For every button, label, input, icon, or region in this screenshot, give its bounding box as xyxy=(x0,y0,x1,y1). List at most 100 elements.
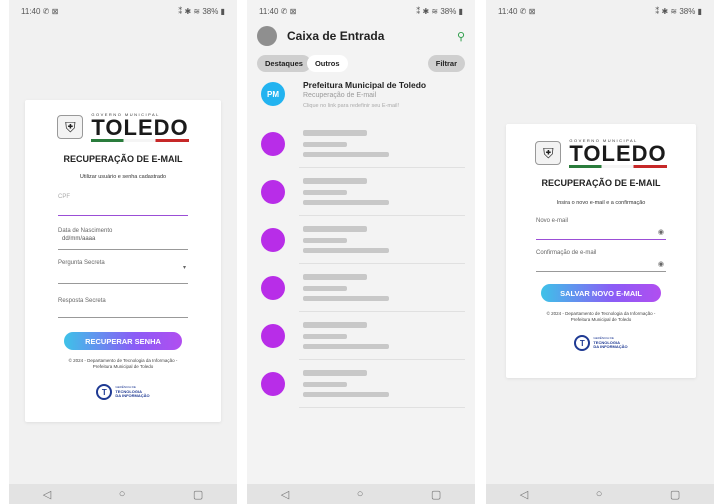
placeholder-bar xyxy=(303,200,389,205)
mail-item-prefeitura[interactable]: PM Prefeitura Municipal de Toledo Recupe… xyxy=(247,76,475,120)
placeholder-bar xyxy=(303,370,367,376)
new-email-card: ⛨ GOVERNO MUNICIPAL TOLEDO RECUPERAÇÃO D… xyxy=(506,124,696,378)
list-item[interactable] xyxy=(247,264,475,312)
inbox-header: Caixa de Entrada ⚲ xyxy=(247,22,475,50)
home-icon[interactable]: ○ xyxy=(119,488,126,500)
crest-icon: ⛨ xyxy=(57,115,84,139)
cpf-placeholder: CPF xyxy=(58,194,70,200)
home-icon[interactable]: ○ xyxy=(357,488,364,500)
back-icon[interactable]: ◁ xyxy=(281,488,289,501)
secret-answer-label: Resposta Secreta xyxy=(58,298,106,304)
sender-avatar: PM xyxy=(261,82,285,106)
logo-main-text: TOLEDO xyxy=(569,141,667,166)
list-item[interactable] xyxy=(247,216,475,264)
recent-apps-icon[interactable]: ▢ xyxy=(670,488,680,501)
status-time: 11:40 xyxy=(21,6,41,16)
status-indicators: ✆ ⊠ xyxy=(280,6,297,16)
status-time: 11:40 xyxy=(259,6,279,16)
list-item[interactable] xyxy=(247,360,475,408)
placeholder-bar xyxy=(303,334,347,339)
sender-avatar xyxy=(261,372,285,396)
dept-logo: T GERÊNCIA DE TECNOLOGIA DA INFORMAÇÃO xyxy=(25,384,221,400)
placeholder-bar xyxy=(303,178,367,184)
birth-date-label: Data de Nascimento xyxy=(58,228,113,234)
dept-line2: DA INFORMAÇÃO xyxy=(593,344,628,350)
eye-icon[interactable]: ◉ xyxy=(658,260,664,268)
placeholder-bar xyxy=(303,382,347,387)
confirm-email-field[interactable]: Confirmação de e-mail ◉ xyxy=(536,250,666,272)
footer-copyright: © 2024 - Departamento de Tecnologia da I… xyxy=(68,358,178,369)
placeholder-bar xyxy=(303,286,347,291)
placeholder-bar xyxy=(303,190,347,195)
list-item[interactable] xyxy=(247,120,475,168)
status-bar: 11:40 ✆ ⊠ ⁑ ✱ ≋ 38% ▮ xyxy=(247,0,475,22)
mail-preview: Clique no link para redefinir seu E-mail… xyxy=(303,103,399,109)
filter-button[interactable]: Filtrar xyxy=(427,54,465,72)
phone-screen-inbox: 11:40 ✆ ⊠ ⁑ ✱ ≋ 38% ▮ Caixa de Entrada ⚲… xyxy=(247,0,475,504)
secret-question-label: Pergunta Secreta xyxy=(58,260,105,266)
page-title: RECUPERAÇÃO DE E-MAIL xyxy=(63,154,183,164)
page-subtitle: Insira o novo e-mail e a confirmação xyxy=(556,200,646,206)
mail-subject: Recuperação de E-mail xyxy=(303,92,377,99)
crest-icon: ⛨ xyxy=(535,141,562,165)
confirm-email-label: Confirmação de e-mail xyxy=(536,250,597,256)
phone-screen-new-email: 11:40 ✆ ⊠ ⁑ ✱ ≋ 38% ▮ ⛨ GOVERNO MUNICIPA… xyxy=(486,0,714,504)
placeholder-bar xyxy=(303,296,389,301)
dept-logo: T GERÊNCIA DE TECNOLOGIA DA INFORMAÇÃO xyxy=(506,335,696,351)
home-icon[interactable]: ○ xyxy=(596,488,603,500)
mail-list xyxy=(247,120,475,408)
placeholder-bar xyxy=(303,142,347,147)
status-indicators: ✆ ⊠ xyxy=(519,6,536,16)
status-indicators: ✆ ⊠ xyxy=(42,6,59,16)
android-nav-bar: ◁ ○ ▢ xyxy=(486,484,714,504)
back-icon[interactable]: ◁ xyxy=(520,488,528,501)
save-new-email-button[interactable]: SALVAR NOVO E-MAIL xyxy=(541,284,661,302)
new-email-field[interactable]: Novo e-mail ◉ xyxy=(536,218,666,240)
status-icons: ⁑ ✱ ≋ 38% ▮ xyxy=(416,6,463,16)
status-bar: 11:40 ✆ ⊠ ⁑ ✱ ≋ 38% ▮ xyxy=(486,0,714,22)
phone-screen-recovery-request: 11:40 ✆ ⊠ ⁑ ✱ ≋ 38% ▮ ⛨ GOVERNO MUNICIPA… xyxy=(9,0,237,504)
placeholder-bar xyxy=(303,274,367,280)
dept-logo-icon: T xyxy=(574,335,591,351)
tab-outros[interactable]: Outros xyxy=(306,54,348,72)
tab-destaques[interactable]: Destaques xyxy=(257,54,311,72)
logo-main-text: TOLEDO xyxy=(91,115,189,140)
cpf-field[interactable]: CPF xyxy=(58,194,188,216)
divider xyxy=(299,407,465,408)
recent-apps-icon[interactable]: ▢ xyxy=(431,488,441,501)
recovery-card: ⛨ GOVERNO MUNICIPAL TOLEDO RECUPERAÇÃO D… xyxy=(25,100,221,422)
inbox-title: Caixa de Entrada xyxy=(287,29,385,43)
status-icons: ⁑ ✱ ≋ 38% ▮ xyxy=(178,6,225,16)
sender-avatar xyxy=(261,132,285,156)
list-item[interactable] xyxy=(247,168,475,216)
birth-date-value: dd/mm/aaaa xyxy=(62,236,96,242)
birth-date-field[interactable]: Data de Nascimento dd/mm/aaaa xyxy=(58,228,188,250)
sender-avatar xyxy=(261,228,285,252)
new-email-label: Novo e-mail xyxy=(536,218,569,224)
page-title: RECUPERAÇÃO DE E-MAIL xyxy=(541,178,661,188)
footer-copyright: © 2024 - Departamento de Tecnologia da I… xyxy=(546,311,656,322)
search-icon[interactable]: ⚲ xyxy=(457,30,465,43)
user-avatar[interactable] xyxy=(257,26,277,46)
placeholder-bar xyxy=(303,152,389,157)
secret-answer-field[interactable]: Resposta Secreta xyxy=(58,298,188,318)
status-time: 11:40 xyxy=(498,6,518,16)
sender-avatar xyxy=(261,180,285,204)
back-icon[interactable]: ◁ xyxy=(43,488,51,501)
sender-avatar xyxy=(261,324,285,348)
secret-question-select[interactable]: Pergunta Secreta ▾ xyxy=(58,260,188,284)
status-bar: 11:40 ✆ ⊠ ⁑ ✱ ≋ 38% ▮ xyxy=(9,0,237,22)
placeholder-bar xyxy=(303,226,367,232)
recent-apps-icon[interactable]: ▢ xyxy=(193,488,203,501)
placeholder-bar xyxy=(303,392,389,397)
toledo-logo: ⛨ GOVERNO MUNICIPAL TOLEDO xyxy=(25,112,221,142)
recover-password-button[interactable]: RECUPERAR SENHA xyxy=(64,332,182,350)
toledo-logo: ⛨ GOVERNO MUNICIPAL TOLEDO xyxy=(506,138,696,168)
list-item[interactable] xyxy=(247,312,475,360)
placeholder-bar xyxy=(303,248,389,253)
page-subtitle: Utilizar usuário e senha cadastrado xyxy=(79,174,167,180)
placeholder-bar xyxy=(303,238,347,243)
status-icons: ⁑ ✱ ≋ 38% ▮ xyxy=(655,6,702,16)
eye-icon[interactable]: ◉ xyxy=(658,228,664,236)
android-nav-bar: ◁ ○ ▢ xyxy=(247,484,475,504)
